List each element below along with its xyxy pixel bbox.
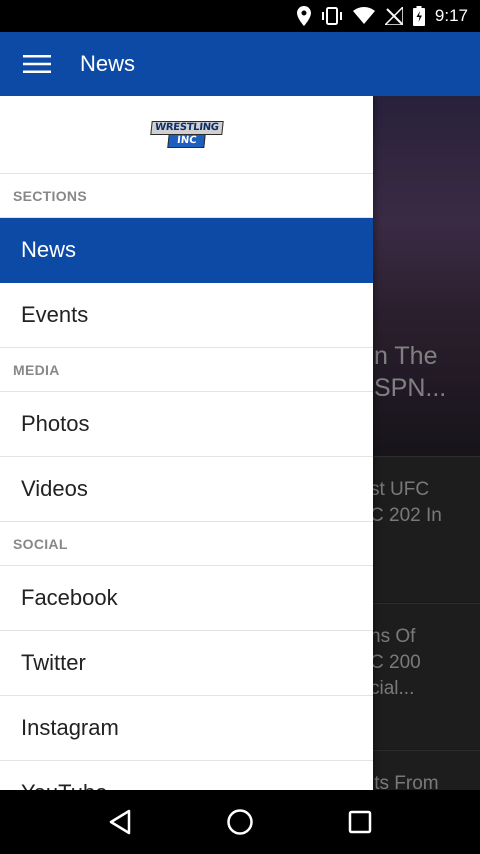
wrestling-inc-logo: WRESTLING INC [149, 121, 224, 148]
no-signal-icon [384, 7, 403, 25]
section-header-media: MEDIA [0, 348, 373, 392]
app-bar-title: News [80, 51, 136, 76]
status-bar: 9:17 [0, 0, 480, 32]
logo-line1: WRESTLING [149, 121, 224, 135]
logo-area: WRESTLING INC [0, 96, 373, 174]
vibrate-icon [321, 7, 343, 25]
drawer-item-facebook[interactable]: Facebook [0, 566, 373, 631]
menu-icon[interactable] [0, 32, 74, 96]
section-header-sections: SECTIONS [0, 174, 373, 218]
home-icon[interactable] [210, 792, 270, 852]
drawer-item-events[interactable]: Events [0, 283, 373, 348]
back-icon[interactable] [90, 792, 150, 852]
drawer-item-youtube[interactable]: YouTube [0, 761, 373, 790]
logo-line2: INC [167, 134, 206, 148]
location-icon [296, 6, 311, 26]
drawer-item-news[interactable]: News [0, 218, 373, 283]
drawer-item-instagram[interactable]: Instagram [0, 696, 373, 761]
drawer-item-videos[interactable]: Videos [0, 457, 373, 522]
wifi-icon [352, 7, 375, 25]
section-header-social: SOCIAL [0, 522, 373, 566]
navigation-drawer: WRESTLING INC SECTIONS News Events MEDIA… [0, 96, 373, 790]
battery-icon [412, 6, 425, 26]
drawer-item-photos[interactable]: Photos [0, 392, 373, 457]
recents-icon[interactable] [330, 792, 390, 852]
system-nav-bar [0, 790, 480, 854]
app-bar: News [0, 32, 480, 96]
drawer-item-twitter[interactable]: Twitter [0, 631, 373, 696]
status-time: 9:17 [434, 6, 468, 25]
